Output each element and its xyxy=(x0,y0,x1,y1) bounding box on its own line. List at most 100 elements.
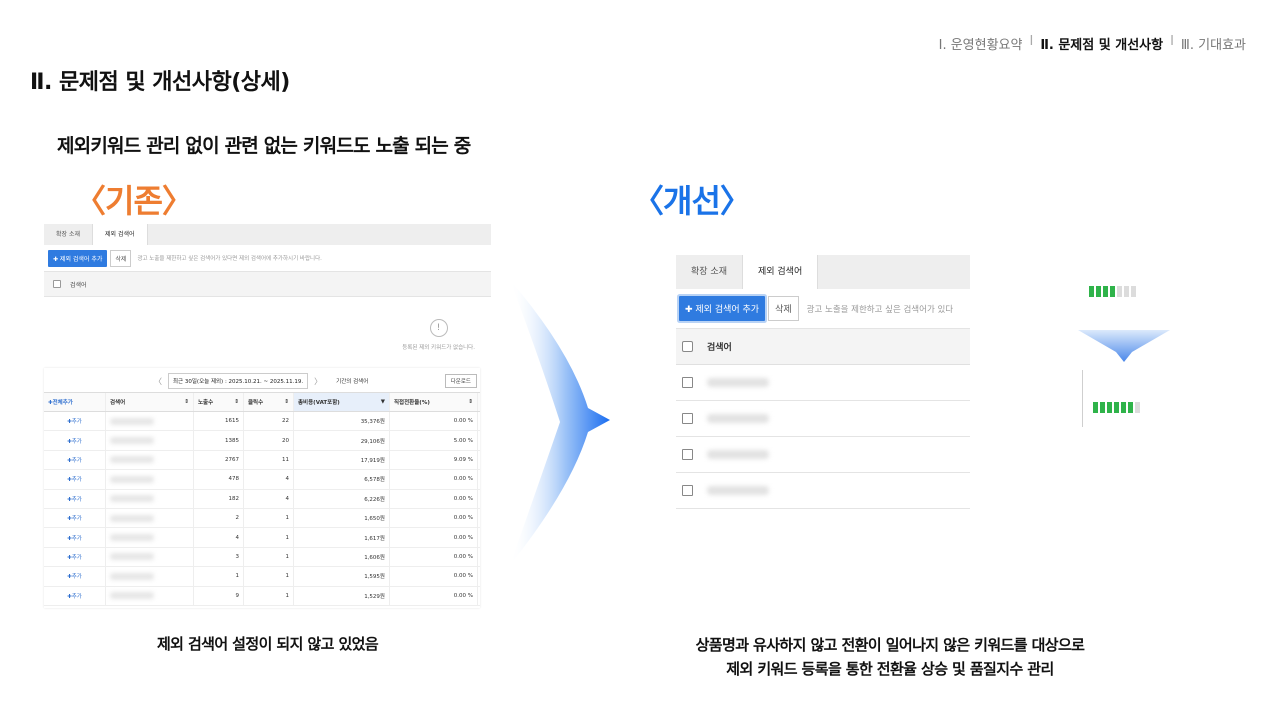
add-keyword-button[interactable]: ✚추가 xyxy=(44,470,106,489)
cost-cell: 1,529원 xyxy=(294,586,390,605)
sort-desc-icon[interactable]: ▼ xyxy=(381,399,385,405)
add-excluded-keyword-button[interactable]: ✚ 제외 검색어 추가 xyxy=(48,249,108,267)
meter-segment xyxy=(1110,286,1115,297)
tab-extensions[interactable]: 확장 소재 xyxy=(676,255,742,289)
panel-hint: 광고 노출을 제한하고 싶은 검색어가 있다면 제외 검색어에 추가하시기 바랍… xyxy=(137,256,322,262)
add-keyword-button[interactable]: ✚추가 xyxy=(44,508,106,528)
sort-icon[interactable]: ⇕ xyxy=(468,399,473,405)
add-keyword-button[interactable]: ✚추가 xyxy=(44,450,106,470)
panel-header: 검색어 xyxy=(44,272,491,297)
after-label: 〈개선〉 xyxy=(632,182,752,220)
redacted-text xyxy=(110,495,154,503)
keyword-cell-redacted xyxy=(106,547,194,567)
col-keyword[interactable]: 검색어 ⇕ xyxy=(106,393,194,411)
table-row: ✚추가 4 1 1,617원 0.00 % xyxy=(44,528,480,548)
row-checkbox[interactable] xyxy=(682,485,693,496)
meter-segment xyxy=(1100,402,1105,413)
add-keyword-button[interactable]: ✚추가 xyxy=(44,586,106,605)
select-all-checkbox[interactable] xyxy=(53,280,61,288)
impressions-cell: 1385 xyxy=(194,431,244,450)
add-keyword-button[interactable]: ✚추가 xyxy=(44,412,106,431)
download-button[interactable]: 다운로드 xyxy=(444,374,477,388)
impressions-cell: 2 xyxy=(194,508,244,528)
row-checkbox[interactable] xyxy=(682,449,693,460)
quality-index-visual xyxy=(1078,280,1178,430)
tab-excluded-keywords[interactable]: 제외 검색어 xyxy=(741,255,819,289)
meter-segment xyxy=(1096,286,1101,297)
table-row: ✚추가 3 1 1,606원 0.00 % xyxy=(44,547,480,568)
keyword-cell-redacted xyxy=(106,508,194,528)
meter-segment xyxy=(1117,286,1122,297)
meter-segment xyxy=(1121,402,1126,413)
col-total-cost[interactable]: 총비용(VAT포함) ▼ xyxy=(294,393,390,411)
row-checkbox[interactable] xyxy=(682,413,693,424)
after-exclusion-panel: 확장 소재 제외 검색어 ✚ 제외 검색어 추가 삭제 광고 노출을 제한하고 … xyxy=(676,255,970,510)
redacted-text xyxy=(110,592,154,600)
panel-hint: 광고 노출을 제한하고 싶은 검색어가 있다 xyxy=(806,304,954,315)
add-keyword-button[interactable]: ✚추가 xyxy=(44,528,106,547)
select-all-checkbox[interactable] xyxy=(682,341,693,352)
clicks-cell: 1 xyxy=(244,547,294,567)
impressions-cell: 3 xyxy=(194,547,244,567)
col-conversion-rate[interactable]: 직접전환율(%) ⇕ xyxy=(390,393,478,411)
table-header: ✚전체추가 검색어 ⇕ 노출수 ⇕ 클릭수 ⇕ 총비용(VAT포함) ▼ 직접전환율(%… xyxy=(44,392,480,412)
chevron-right-icon[interactable]: 〉 xyxy=(314,376,322,387)
keyword-cell-redacted xyxy=(106,567,194,586)
keyword-cell-redacted xyxy=(106,431,194,450)
date-range-picker: 〈 최근 30일(오늘 제외) : 2025.10.21. ~ 2025.11.… xyxy=(154,373,368,389)
list-item xyxy=(676,401,970,437)
row-checkbox[interactable] xyxy=(682,377,693,388)
tab-excluded-keywords[interactable]: 제외 검색어 xyxy=(92,224,148,245)
redacted-text xyxy=(110,553,154,561)
add-keyword-button[interactable]: ✚추가 xyxy=(44,547,106,567)
table-row: ✚추가 1615 22 35,376원 0.00 % xyxy=(44,412,480,432)
cost-cell: 1,595원 xyxy=(294,567,390,586)
page-title: Ⅱ. 문제점 및 개선사항(상세) xyxy=(30,70,290,95)
tab-extensions[interactable]: 확장 소재 xyxy=(44,224,92,245)
sort-icon[interactable]: ⇕ xyxy=(284,399,289,405)
delete-button[interactable]: 삭제 xyxy=(110,249,132,267)
clicks-cell: 1 xyxy=(244,508,294,528)
header-keyword: 검색어 xyxy=(707,343,732,353)
nav-item-effects[interactable]: Ⅲ. 기대효과 xyxy=(1181,34,1246,53)
meter-segment xyxy=(1093,402,1098,413)
sort-icon[interactable]: ⇕ xyxy=(184,399,189,405)
nav-item-summary[interactable]: Ⅰ. 운영현황요약 xyxy=(939,34,1023,53)
clicks-cell: 1 xyxy=(244,586,294,605)
info-icon: ! xyxy=(429,319,448,337)
conversion-rate-cell: 0.00 % xyxy=(390,528,478,547)
list-item xyxy=(676,437,970,473)
impressions-cell: 182 xyxy=(194,489,244,508)
table-toolbar: 〈 최근 30일(오늘 제외) : 2025.10.21. ~ 2025.11.… xyxy=(44,368,480,392)
redacted-text xyxy=(110,514,154,522)
table-row: ✚추가 2767 11 17,919원 9.09 % xyxy=(44,450,480,471)
sort-icon[interactable]: ⇕ xyxy=(234,399,239,405)
col-add-all[interactable]: ✚전체추가 xyxy=(44,393,106,411)
chevron-left-icon[interactable]: 〈 xyxy=(154,376,162,387)
cost-cell: 1,650원 xyxy=(294,508,390,528)
nav-separator: I xyxy=(1029,34,1034,49)
col-impressions[interactable]: 노출수 ⇕ xyxy=(194,393,244,411)
add-keyword-button[interactable]: ✚추가 xyxy=(44,431,106,450)
conversion-rate-cell: 0.00 % xyxy=(390,586,478,605)
redacted-keyword xyxy=(707,378,769,387)
table-row: ✚추가 478 4 6,578원 0.00 % xyxy=(44,470,480,490)
redacted-text xyxy=(110,475,154,483)
nav-item-issues[interactable]: Ⅱ. 문제점 및 개선사항 xyxy=(1040,34,1163,53)
add-keyword-button[interactable]: ✚추가 xyxy=(44,567,106,586)
delete-button[interactable]: 삭제 xyxy=(768,296,799,321)
add-keyword-button[interactable]: ✚추가 xyxy=(44,489,106,508)
add-excluded-keyword-button[interactable]: ✚ 제외 검색어 추가 xyxy=(679,296,766,321)
empty-message: 등록된 제외 키워드가 없습니다. xyxy=(402,345,475,351)
cost-cell: 6,578원 xyxy=(294,470,390,489)
quality-meter-after xyxy=(1093,402,1140,413)
down-arrow-icon xyxy=(1078,330,1170,362)
col-clicks[interactable]: 클릭수 ⇕ xyxy=(244,393,294,411)
clicks-cell: 20 xyxy=(244,431,294,450)
cost-cell: 1,617원 xyxy=(294,528,390,547)
meter-segment xyxy=(1103,286,1108,297)
date-range[interactable]: 최근 30일(오늘 제외) : 2025.10.21. ~ 2025.11.19… xyxy=(168,373,309,389)
period-label: 기간의 검색어 xyxy=(336,379,369,385)
impressions-cell: 9 xyxy=(194,586,244,605)
divider xyxy=(1082,370,1083,427)
